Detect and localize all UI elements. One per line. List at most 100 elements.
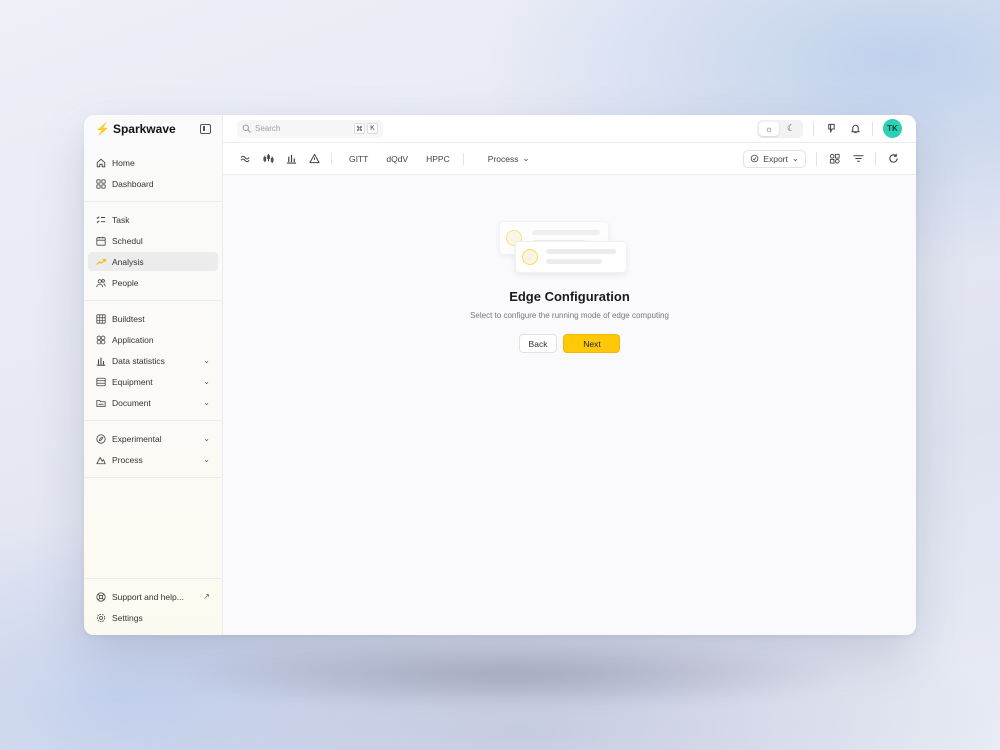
shortcut-key-k: K <box>367 123 378 134</box>
analysis-toolbar: GITT dQdV HPPC Process ⌄ Export ⌄ <box>223 143 916 175</box>
next-button[interactable]: Next <box>563 334 621 353</box>
app-window: ⚡ Sparkwave Home Dashboard Task Schedul Anal… <box>84 115 916 635</box>
sidebar-item-label: Buildtest <box>112 313 145 324</box>
sidebar-item-schedul[interactable]: Schedul <box>88 231 218 250</box>
search-shortcut: ⌘ K <box>354 123 378 134</box>
sidebar-item-home[interactable]: Home <box>88 153 218 172</box>
sidebar-item-application[interactable]: Application <box>88 330 218 349</box>
compass-icon <box>96 433 106 444</box>
apps-icon <box>96 335 106 345</box>
chevron-down-icon: ⌄ <box>203 398 210 407</box>
warning-icon[interactable] <box>308 152 321 165</box>
chevron-down-icon: ⌄ <box>203 434 210 443</box>
chevron-down-icon: ⌄ <box>203 356 210 365</box>
illustration-card-front <box>515 241 627 273</box>
home-icon <box>96 158 106 168</box>
lightning-icon: ⚡ <box>95 122 110 136</box>
main-area: Search ⌘ K ☼ ☾ TK GITT dQdV HPPC Process… <box>223 115 916 635</box>
sidebar-item-settings[interactable]: Settings <box>88 608 218 627</box>
gear-icon <box>96 613 106 623</box>
export-icon <box>751 154 759 163</box>
toolbar-divider <box>816 151 817 166</box>
sidebar-item-task[interactable]: Task <box>88 210 218 229</box>
tab-dqdv[interactable]: dQdV <box>386 154 408 164</box>
sun-icon[interactable]: ☼ <box>759 121 779 136</box>
sidebar-group: Home Dashboard <box>84 145 222 202</box>
refresh-icon[interactable] <box>886 152 900 166</box>
filter-icon[interactable] <box>851 152 865 166</box>
sidebar-item-people[interactable]: People <box>88 273 218 292</box>
sidebar-footer: Support and help... ↗ Settings <box>84 578 222 635</box>
sidebar-item-document[interactable]: Document ⌄ <box>88 393 218 412</box>
search-placeholder: Search <box>255 124 281 133</box>
sidebar-item-dashboard[interactable]: Dashboard <box>88 174 218 193</box>
people-icon <box>96 278 106 288</box>
window-shadow <box>170 640 850 710</box>
sidebar-group: Task Schedul Analysis People <box>84 202 222 301</box>
grid-icon <box>96 178 106 189</box>
empty-state: Edge Configuration Select to configure t… <box>223 175 916 635</box>
brand-name: Sparkwave <box>112 122 176 136</box>
wave-icon[interactable] <box>239 152 252 165</box>
candlestick-icon[interactable] <box>262 152 275 165</box>
chevron-down-icon: ⌄ <box>791 153 799 163</box>
toolbar-divider <box>462 152 464 165</box>
toolbar-divider <box>331 152 332 165</box>
export-label: Export <box>763 153 788 164</box>
toolbar-divider <box>875 151 876 166</box>
table-icon <box>96 313 106 324</box>
bar-chart-icon[interactable] <box>285 152 298 165</box>
shortcut-key-cmd: ⌘ <box>354 123 365 134</box>
feedback-icon[interactable] <box>824 122 838 136</box>
sidebar-item-label: Equipment <box>112 376 153 387</box>
sidebar-item-buildtest[interactable]: Buildtest <box>88 309 218 328</box>
empty-state-subtitle: Select to configure the running mode of … <box>470 311 669 320</box>
external-link-icon: ↗ <box>203 592 210 601</box>
lifebuoy-icon <box>96 591 106 602</box>
process-dropdown[interactable]: Process ⌄ <box>488 153 530 164</box>
folder-icon <box>96 398 106 408</box>
sidebar-item-label: Dashboard <box>112 178 154 189</box>
shapes-icon[interactable] <box>827 152 841 166</box>
avatar[interactable]: TK <box>883 119 902 138</box>
sidebar-collapse-icon[interactable] <box>200 124 211 134</box>
sidebar-item-label: People <box>112 277 139 288</box>
toolbar-actions: Export ⌄ <box>743 149 900 168</box>
chevron-down-icon: ⌄ <box>203 377 210 386</box>
back-button[interactable]: Back <box>518 334 558 353</box>
sidebar-group: Buildtest Application Data statistics ⌄ Equi… <box>84 301 222 421</box>
search-icon <box>242 124 251 133</box>
topbar-divider <box>813 121 814 136</box>
sidebar-item-support-and-help[interactable]: Support and help... ↗ <box>88 587 218 606</box>
chevron-down-icon: ⌄ <box>203 455 210 464</box>
sidebar-item-process[interactable]: Process ⌄ <box>88 450 218 469</box>
sidebar-item-data-statistics[interactable]: Data statistics ⌄ <box>88 351 218 370</box>
illustration-dot <box>522 249 538 265</box>
illustration-bar <box>546 249 616 254</box>
sidebar-item-label: Task <box>112 214 130 225</box>
calendar-icon <box>96 236 106 246</box>
theme-toggle[interactable]: ☼ ☾ <box>757 119 803 138</box>
sidebar-item-analysis[interactable]: Analysis <box>88 252 218 271</box>
moon-icon[interactable]: ☾ <box>781 122 801 136</box>
sidebar-nav: Home Dashboard Task Schedul Analysis People Bu… <box>84 145 222 478</box>
sidebar-group: Experimental ⌄ Process ⌄ <box>84 421 222 478</box>
topbar-actions: ☼ ☾ TK <box>757 119 902 138</box>
bar-chart-icon <box>96 356 106 366</box>
illustration-bar <box>546 259 602 264</box>
tab-hppc[interactable]: HPPC <box>426 154 450 164</box>
search-input[interactable]: Search ⌘ K <box>237 119 383 138</box>
process-dropdown-label: Process <box>487 153 519 164</box>
sidebar-item-equipment[interactable]: Equipment ⌄ <box>88 372 218 391</box>
sidebar: ⚡ Sparkwave Home Dashboard Task Schedul Anal… <box>84 115 223 635</box>
sidebar-item-label: Support and help... <box>112 591 184 602</box>
topbar-divider <box>872 121 873 136</box>
sidebar-item-experimental[interactable]: Experimental ⌄ <box>88 429 218 448</box>
bell-icon[interactable] <box>848 122 862 136</box>
illustration-bar <box>532 230 600 235</box>
empty-state-illustration <box>499 221 627 276</box>
trend-icon <box>96 257 106 267</box>
sidebar-item-label: Schedul <box>112 235 143 246</box>
export-button[interactable]: Export ⌄ <box>743 149 806 168</box>
tab-gitt[interactable]: GITT <box>349 154 368 164</box>
